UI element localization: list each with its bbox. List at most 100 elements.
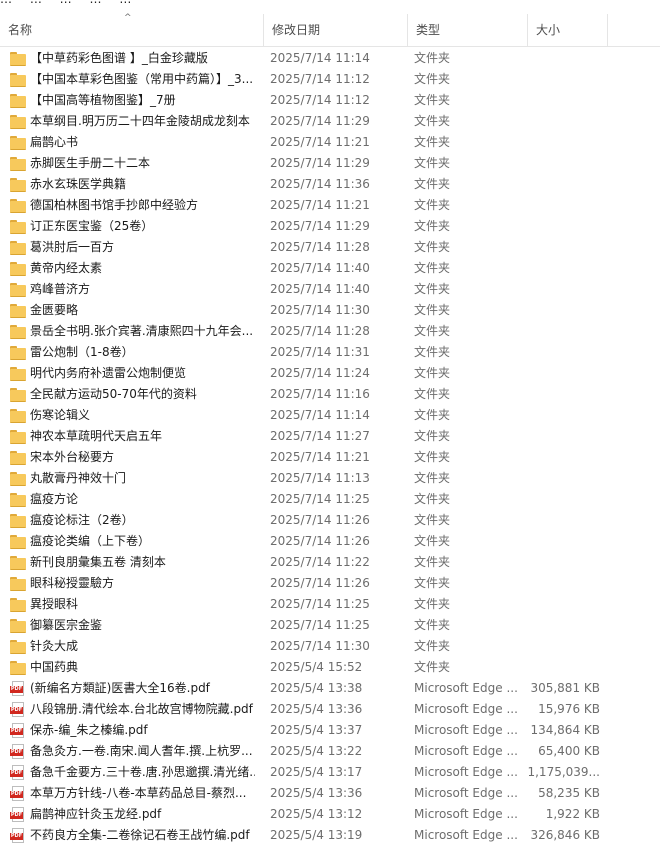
item-date: 2025/7/14 11:29 [270, 114, 370, 128]
item-name: 中国药典 [30, 660, 79, 674]
column-header-name[interactable]: ^ 名称 [0, 13, 264, 46]
item-date: 2025/7/14 11:27 [270, 429, 370, 443]
folder-row[interactable]: 扁鹊心书 2025/7/14 11:21 文件夹 [0, 132, 660, 153]
folder-row[interactable]: 赤脚医生手册二十二本 2025/7/14 11:29 文件夹 [0, 153, 660, 174]
folder-row[interactable]: 異授眼科 2025/7/14 11:25 文件夹 [0, 594, 660, 615]
item-type: 文件夹 [414, 240, 451, 254]
item-size [524, 195, 600, 216]
item-size [524, 489, 600, 510]
folder-row[interactable]: 眼科秘授靈驗方 2025/7/14 11:26 文件夹 [0, 573, 660, 594]
item-name: 保赤-编_朱之榛编.pdf [30, 723, 148, 737]
folder-row[interactable]: 景岳全书明.张介宾著.清康熙四十九年会... 2025/7/14 11:28 文件夹 [0, 321, 660, 342]
folder-icon [10, 597, 26, 612]
folder-row[interactable]: 明代内务府补遗雷公炮制便览 2025/7/14 11:24 文件夹 [0, 363, 660, 384]
folder-row[interactable]: 订正东医宝鉴（25卷） 2025/7/14 11:29 文件夹 [0, 216, 660, 237]
column-header-date[interactable]: 修改日期 [264, 14, 408, 46]
folder-icon [10, 408, 26, 423]
folder-row[interactable]: 宋本外台秘要方 2025/7/14 11:21 文件夹 [0, 447, 660, 468]
column-header-size[interactable]: 大小 [528, 14, 608, 46]
item-type: 文件夹 [414, 555, 451, 569]
item-date: 2025/7/14 11:28 [270, 240, 370, 254]
file-row[interactable]: PDF (新编名方類証)医書大全16卷.pdf 2025/5/4 13:38 Micr… [0, 678, 660, 699]
item-type: Microsoft Edge ... [414, 702, 518, 716]
breadcrumb-item[interactable]: … [0, 0, 12, 6]
breadcrumb-item[interactable]: … [119, 0, 131, 6]
folder-row[interactable]: 全民献方运动50-70年代的资料 2025/7/14 11:16 文件夹 [0, 384, 660, 405]
folder-row[interactable]: 本草纲目.明万历二十四年金陵胡成龙刻本 2025/7/14 11:29 文件夹 [0, 111, 660, 132]
folder-row[interactable]: 瘟疫方论 2025/7/14 11:25 文件夹 [0, 489, 660, 510]
folder-row[interactable]: 御纂医宗金鉴 2025/7/14 11:25 文件夹 [0, 615, 660, 636]
item-date: 2025/5/4 13:17 [270, 765, 363, 779]
folder-row[interactable]: 雷公炮制（1-8卷） 2025/7/14 11:31 文件夹 [0, 342, 660, 363]
folder-row[interactable]: 丸散膏丹神效十门 2025/7/14 11:13 文件夹 [0, 468, 660, 489]
folder-row[interactable]: 【中国高等植物图鉴】_7册 2025/7/14 11:12 文件夹 [0, 90, 660, 111]
item-date: 2025/7/14 11:25 [270, 492, 370, 506]
item-size [524, 363, 600, 384]
item-type: 文件夹 [414, 576, 451, 590]
item-size [524, 468, 600, 489]
item-name: 伤寒论辑义 [30, 408, 91, 422]
pdf-file-icon: PDF [10, 681, 26, 696]
pdf-file-icon: PDF [10, 786, 26, 801]
column-header-type[interactable]: 类型 [408, 14, 528, 46]
item-size [524, 153, 600, 174]
item-type: 文件夹 [414, 219, 451, 233]
item-type: 文件夹 [414, 135, 451, 149]
file-row[interactable]: PDF 保赤-编_朱之榛编.pdf 2025/5/4 13:37 Microsoft … [0, 720, 660, 741]
file-row[interactable]: PDF 本草万方针线-八卷-本草药品总目-蔡烈... 2025/5/4 13:36 M… [0, 783, 660, 804]
folder-row[interactable]: 鸡峰普济方 2025/7/14 11:40 文件夹 [0, 279, 660, 300]
item-name: 【中草药彩色图谱 】_白金珍藏版 [30, 51, 208, 65]
file-row[interactable]: PDF 不药良方全集-二卷徐记石卷王战竹编.pdf 2025/5/4 13:19 Mi… [0, 825, 660, 846]
folder-row[interactable]: 瘟疫论标注（2卷） 2025/7/14 11:26 文件夹 [0, 510, 660, 531]
item-size [524, 237, 600, 258]
item-type: 文件夹 [414, 93, 451, 107]
item-size: 1,175,039... [527, 765, 600, 779]
folder-icon [10, 576, 26, 591]
item-date: 2025/7/14 11:40 [270, 282, 370, 296]
file-row[interactable]: PDF 备急千金要方.三十卷.唐.孙思邈撰.清光绪... 2025/5/4 13:1… [0, 762, 660, 783]
folder-row[interactable]: 新刊良朋彙集五卷 清刻本 2025/7/14 11:22 文件夹 [0, 552, 660, 573]
pdf-file-icon: PDF [10, 828, 26, 843]
item-date: 2025/7/14 11:25 [270, 597, 370, 611]
folder-icon [10, 555, 26, 570]
breadcrumb-item[interactable]: … [60, 0, 72, 6]
item-name: 瘟疫论类编（上下卷） [30, 534, 151, 548]
item-size [524, 405, 600, 426]
breadcrumb[interactable]: … … … … … [0, 0, 660, 6]
folder-row[interactable]: 黄帝内经太素 2025/7/14 11:40 文件夹 [0, 258, 660, 279]
folder-row[interactable]: 德国柏林图书馆手抄郎中经验方 2025/7/14 11:21 文件夹 [0, 195, 660, 216]
item-type: 文件夹 [414, 534, 451, 548]
folder-row[interactable]: 中国药典 2025/5/4 15:52 文件夹 [0, 657, 660, 678]
pdf-file-icon: PDF [10, 723, 26, 738]
item-name: 瘟疫方论 [30, 492, 79, 506]
item-size [524, 48, 600, 69]
item-size [524, 321, 600, 342]
item-type: 文件夹 [414, 471, 451, 485]
folder-row[interactable]: 【中草药彩色图谱 】_白金珍藏版 2025/7/14 11:14 文件夹 [0, 48, 660, 69]
item-size: 1,922 KB [545, 807, 600, 821]
folder-row[interactable]: 瘟疫论类编（上下卷） 2025/7/14 11:26 文件夹 [0, 531, 660, 552]
folder-row[interactable]: 赤水玄珠医学典籍 2025/7/14 11:36 文件夹 [0, 174, 660, 195]
folder-row[interactable]: 针灸大成 2025/7/14 11:30 文件夹 [0, 636, 660, 657]
folder-row[interactable]: 葛洪肘后一百方 2025/7/14 11:28 文件夹 [0, 237, 660, 258]
item-date: 2025/7/14 11:14 [270, 408, 370, 422]
folder-row[interactable]: 金匮要略 2025/7/14 11:30 文件夹 [0, 300, 660, 321]
item-name: 八段锦册.清代绘本.台北故宫博物院藏.pdf [30, 702, 253, 716]
breadcrumb-item[interactable]: … [30, 0, 42, 6]
item-type: Microsoft Edge ... [414, 744, 518, 758]
item-date: 2025/7/14 11:40 [270, 261, 370, 275]
item-name: 扁鹊心书 [30, 135, 79, 149]
folder-icon [10, 450, 26, 465]
file-row[interactable]: PDF 扁鹊神应针灸玉龙经.pdf 2025/5/4 13:12 Microsoft … [0, 804, 660, 825]
item-date: 2025/7/14 11:26 [270, 576, 370, 590]
item-date: 2025/7/14 11:21 [270, 450, 370, 464]
file-row[interactable]: PDF 八段锦册.清代绘本.台北故宫博物院藏.pdf 2025/5/4 13:36 M… [0, 699, 660, 720]
folder-icon [10, 513, 26, 528]
breadcrumb-item[interactable]: … [89, 0, 101, 6]
column-header-name-label: 名称 [8, 23, 33, 37]
folder-row[interactable]: 【中国本草彩色图鉴（常用中药篇）】_3... 2025/7/14 11:12 文件夹 [0, 69, 660, 90]
folder-row[interactable]: 伤寒论辑义 2025/7/14 11:14 文件夹 [0, 405, 660, 426]
folder-row[interactable]: 神农本草疏明代天启五年 2025/7/14 11:27 文件夹 [0, 426, 660, 447]
folder-icon [10, 219, 26, 234]
file-row[interactable]: PDF 备急灸方.一卷.南宋.闻人耆年.撰.上杭罗... 2025/5/4 13:2… [0, 741, 660, 762]
